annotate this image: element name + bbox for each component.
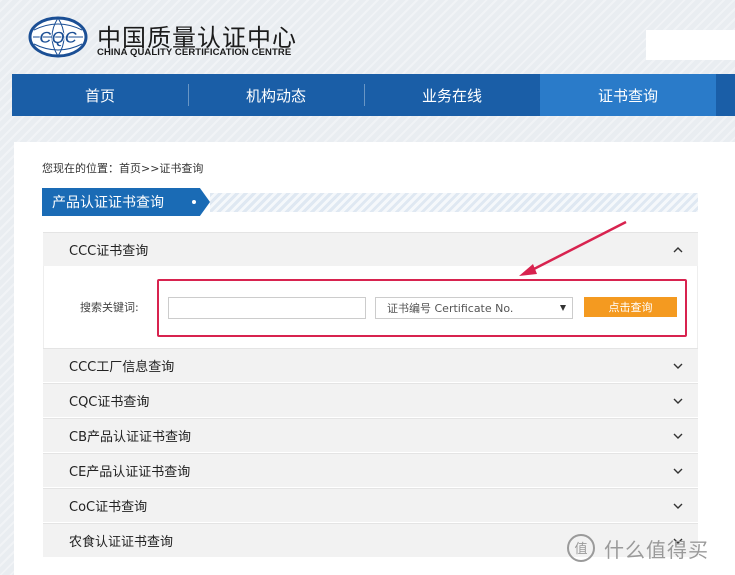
nav-item-certificate[interactable]: 证书查询 (540, 74, 716, 116)
accordion-label: 农食认证证书查询 (69, 535, 174, 550)
main-nav: 首页 机构动态 业务在线 证书查询 (12, 74, 735, 116)
site-header: CQC 中国质量认证中心 CHINA QUALITY CERTIFICATION… (0, 0, 735, 72)
title-dot-icon (192, 200, 196, 204)
chevron-down-icon[interactable] (672, 395, 684, 407)
chevron-down-icon[interactable] (672, 360, 684, 372)
section-title: 产品认证证书查询 (42, 188, 210, 216)
nav-item-home[interactable]: 首页 (12, 74, 188, 116)
watermark-text: 什么值得买 (604, 537, 709, 562)
svg-text:值: 值 (574, 541, 587, 557)
chevron-down-icon[interactable] (672, 465, 684, 477)
accordion-header-ce[interactable]: CE产品认证证书查询 (43, 453, 698, 487)
accordion-label: CCC证书查询 (69, 244, 149, 259)
accordion-label: CCC工厂信息查询 (69, 360, 175, 375)
chevron-down-icon[interactable] (672, 500, 684, 512)
accordion-label: CE产品认证证书查询 (69, 465, 191, 480)
smzdm-logo-icon: 值 (567, 534, 595, 562)
main-panel: 您现在的位置：首页>>证书查询 产品认证证书查询 CCC证书查询 搜索关键词: … (14, 142, 735, 575)
accordion-header-cqc[interactable]: CQC证书查询 (43, 383, 698, 417)
nav-item-news[interactable]: 机构动态 (188, 74, 364, 116)
svg-text:CQC: CQC (39, 28, 78, 47)
chevron-up-icon[interactable] (672, 244, 684, 256)
header-search-input[interactable] (646, 30, 735, 60)
chevron-down-icon[interactable] (672, 430, 684, 442)
accordion-label: CQC证书查询 (69, 395, 150, 410)
site-title-en: CHINA QUALITY CERTIFICATION CENTRE (97, 47, 292, 58)
accordion-header-cb[interactable]: CB产品认证证书查询 (43, 418, 698, 452)
section-title-text: 产品认证证书查询 (52, 195, 164, 211)
accordion-header-factory[interactable]: CCC工厂信息查询 (43, 348, 698, 382)
breadcrumb: 您现在的位置：首页>>证书查询 (42, 162, 204, 175)
accordion-header-coc[interactable]: CoC证书查询 (43, 488, 698, 522)
highlight-box (157, 279, 687, 337)
accordion-label: CB产品认证证书查询 (69, 430, 191, 445)
search-keyword-label: 搜索关键词: (80, 301, 139, 314)
accordion-header-ccc[interactable]: CCC证书查询 (43, 232, 698, 266)
nav-item-business[interactable]: 业务在线 (364, 74, 540, 116)
watermark: 值 什么值得买 (566, 533, 731, 563)
section-stripe (210, 193, 698, 212)
cqc-logo-icon[interactable]: CQC (28, 16, 88, 58)
accordion-label: CoC证书查询 (69, 500, 148, 515)
